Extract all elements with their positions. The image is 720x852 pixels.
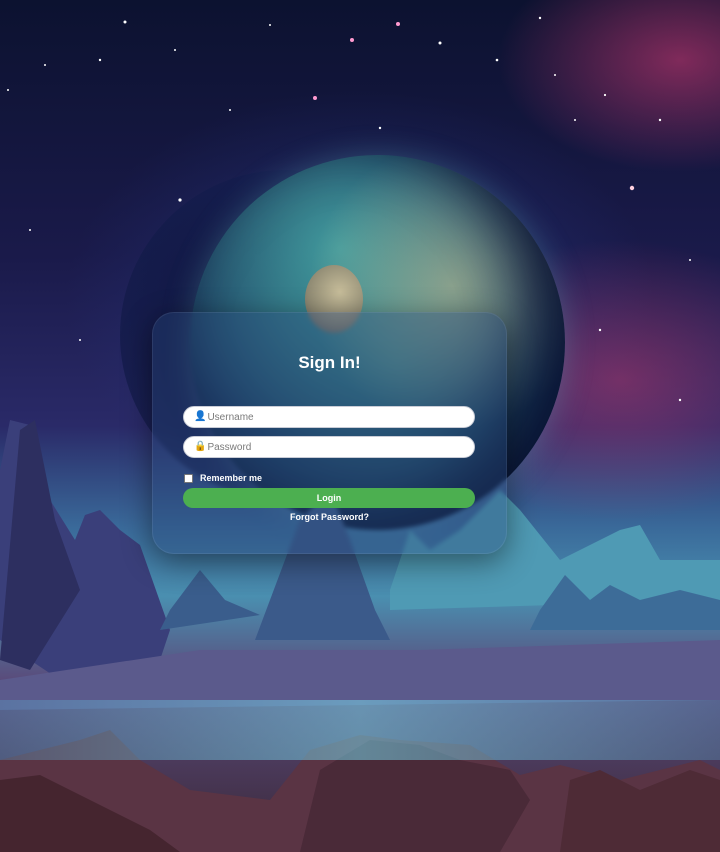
remember-me-label: Remember me <box>200 473 263 483</box>
remember-me-checkbox[interactable] <box>184 473 193 483</box>
lock-icon: 🔒 <box>194 441 207 452</box>
page-title: Sign In! <box>298 353 361 372</box>
forgot-password-link[interactable]: Forgot Password? <box>153 512 506 522</box>
password-input[interactable] <box>207 441 458 453</box>
user-icon: 👤 <box>194 411 207 422</box>
username-input[interactable] <box>207 411 458 423</box>
login-button[interactable]: Login <box>183 488 475 508</box>
password-field-wrapper[interactable]: 🔒 <box>183 436 475 458</box>
remember-me-row[interactable]: Remember me <box>184 473 262 483</box>
login-card: Sign In! 👤 🔒 Remember me Login Forgot Pa… <box>152 312 507 554</box>
water-reflection <box>0 700 720 760</box>
username-field-wrapper[interactable]: 👤 <box>183 406 475 428</box>
